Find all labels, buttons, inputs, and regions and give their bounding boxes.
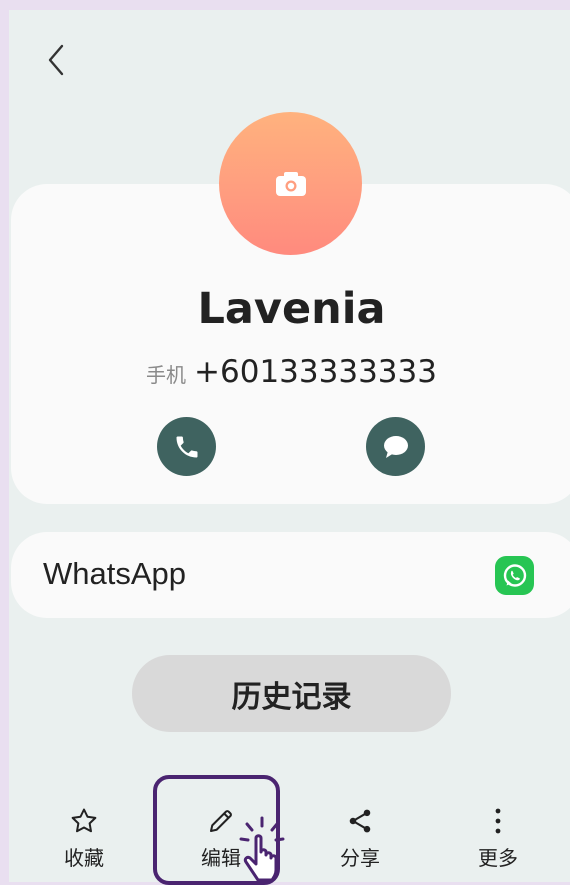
contact-name: Lavenia: [197, 284, 386, 334]
share-button[interactable]: 分享: [305, 804, 415, 874]
whatsapp-label: WhatsApp: [43, 556, 187, 591]
back-button[interactable]: [41, 42, 71, 78]
history-button[interactable]: 历史记录: [132, 655, 451, 732]
more-vertical-icon: [495, 808, 501, 834]
phone-icon: [176, 436, 197, 457]
whatsapp-button[interactable]: [495, 556, 534, 595]
share-label: 分享: [340, 846, 380, 870]
camera-icon: [275, 171, 306, 196]
call-button[interactable]: [157, 417, 216, 476]
favorite-button[interactable]: 收藏: [29, 804, 139, 874]
tap-hand-icon: [239, 816, 285, 882]
more-button[interactable]: 更多: [443, 804, 553, 874]
share-icon: [349, 809, 371, 833]
contact-screen: Lavenia 手机 +60133333333 WhatsApp 历史记录 收藏…: [9, 10, 570, 882]
more-label: 更多: [478, 846, 518, 870]
phone-row[interactable]: 手机 +60133333333: [9, 354, 570, 390]
phone-type-label: 手机: [146, 363, 187, 387]
back-arrow-icon: [48, 44, 64, 76]
contact-avatar[interactable]: [219, 112, 362, 255]
star-icon: [71, 808, 97, 833]
whatsapp-icon: [503, 563, 526, 587]
favorite-label: 收藏: [64, 846, 104, 870]
message-button[interactable]: [366, 417, 425, 476]
phone-number: +60133333333: [194, 354, 437, 390]
message-icon: [383, 435, 408, 458]
